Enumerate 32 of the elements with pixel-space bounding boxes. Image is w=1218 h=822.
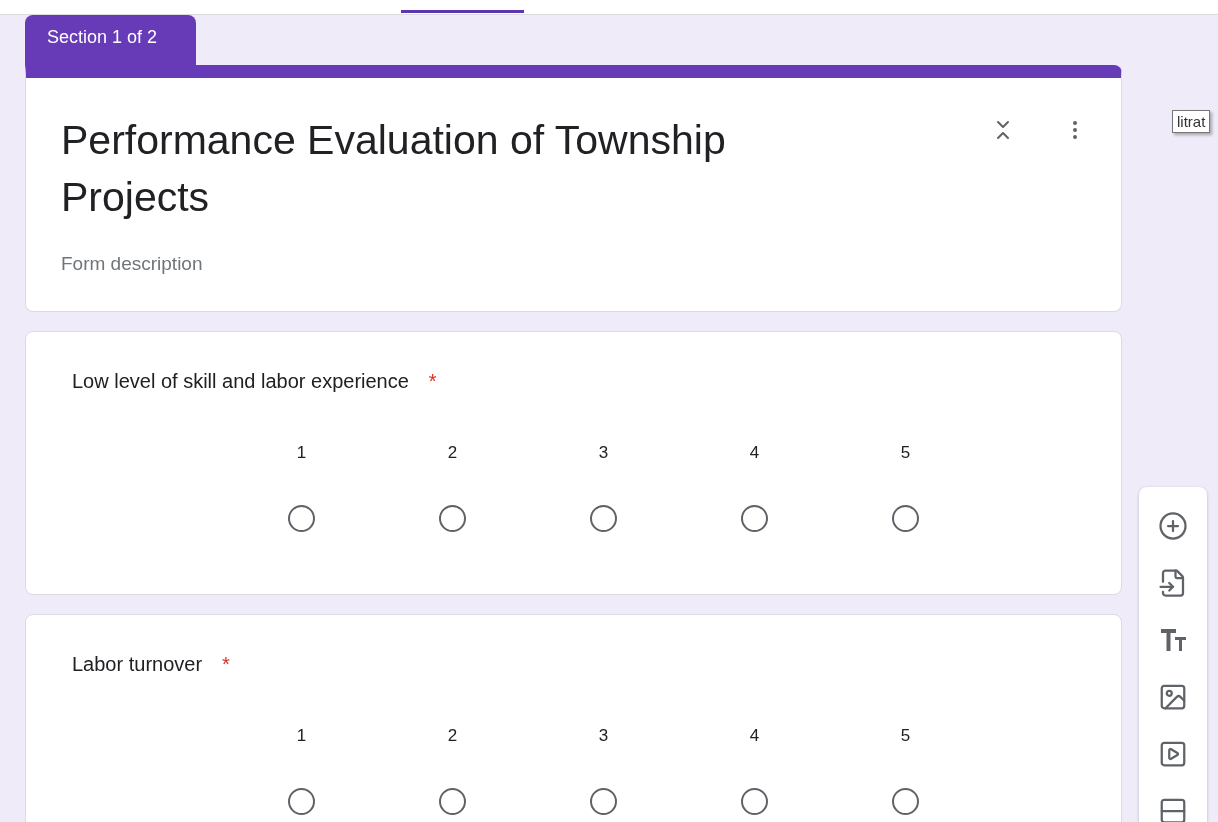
radio-button[interactable] [590,505,617,532]
form-title[interactable]: Performance Evaluation of Township Projects [61,112,861,226]
required-mark: * [222,653,230,676]
radio-button[interactable] [439,505,466,532]
radio-button[interactable] [892,788,919,815]
add-icon[interactable] [1158,511,1188,541]
radio-button[interactable] [590,788,617,815]
tooltip: litrat [1172,110,1211,133]
radio-button[interactable] [741,788,768,815]
required-mark: * [428,370,437,393]
radio-button[interactable] [288,788,315,815]
radio-button[interactable] [892,505,919,532]
form-description[interactable]: Form description [61,253,991,275]
scale-label: 1 [296,443,307,463]
image-icon[interactable] [1158,682,1188,712]
radio-button[interactable] [288,505,315,532]
question-label: Labor turnover [72,653,203,676]
section-icon[interactable] [1158,796,1188,822]
scale-label: 5 [900,726,911,746]
question-label: Low level of skill and labor experience [72,370,409,393]
scale-label: 2 [447,726,458,746]
scale-label: 1 [296,726,307,746]
scale-label: 4 [749,443,760,463]
section-tab[interactable]: Section 1 of 2 [25,15,196,65]
scale-label: 3 [598,443,609,463]
radio-button[interactable] [439,788,466,815]
scale-label: 3 [598,726,609,746]
scale-label: 4 [749,726,760,746]
video-icon[interactable] [1158,739,1188,769]
scale-label: 2 [447,443,458,463]
scale-label: 5 [900,443,911,463]
radio-button[interactable] [741,505,768,532]
